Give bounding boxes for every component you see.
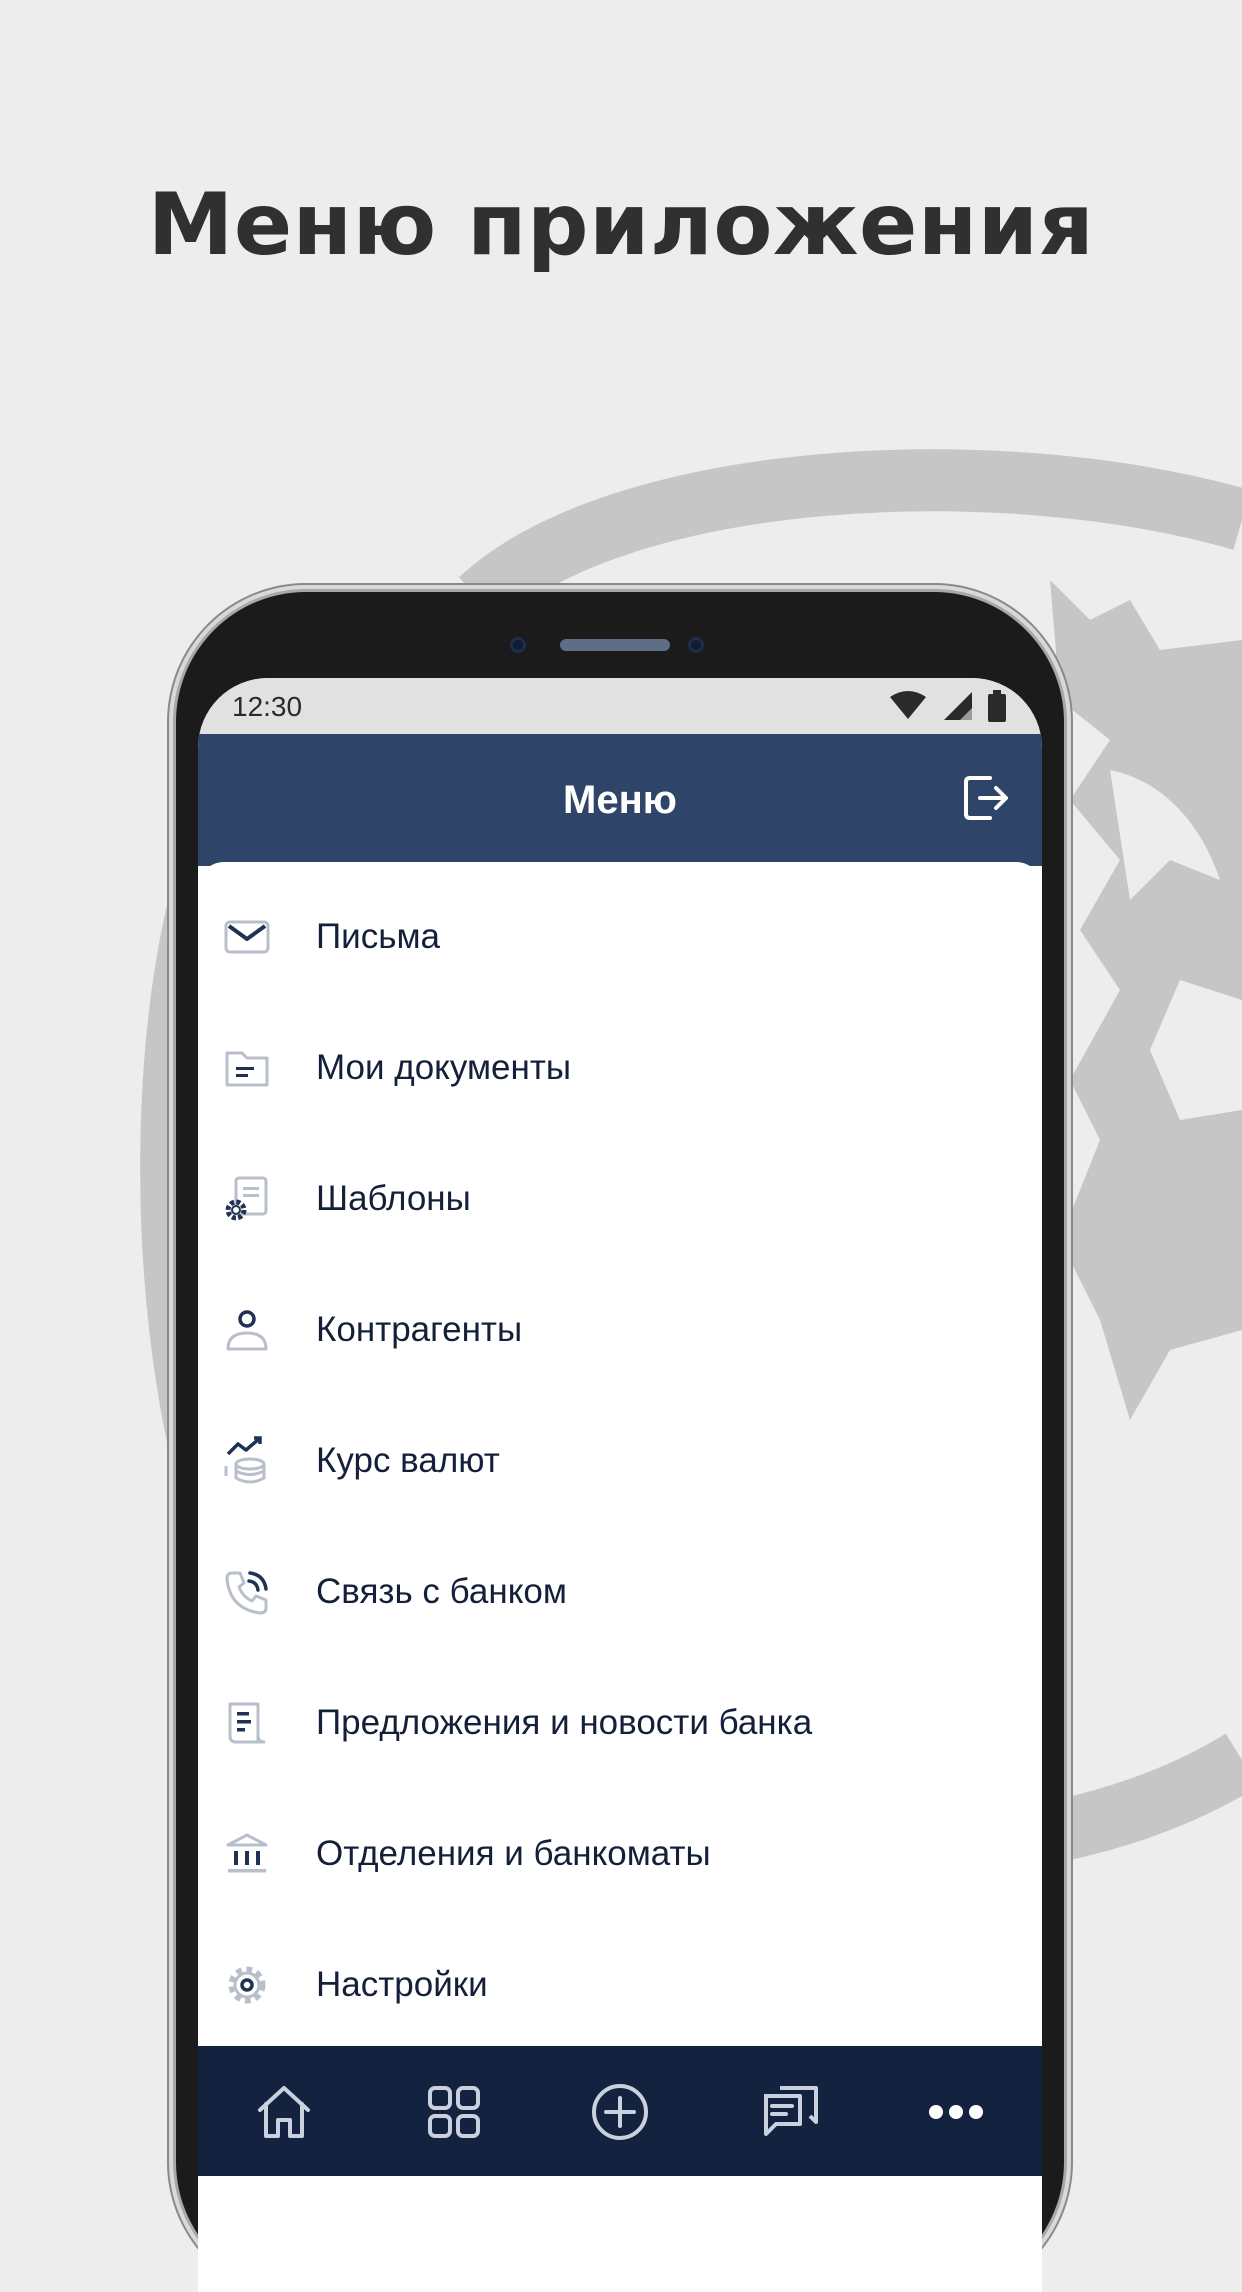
proximity-sensor [688, 637, 704, 653]
header-title: Меню [563, 778, 677, 822]
grid-icon[interactable] [424, 2082, 484, 2142]
folder-icon [225, 1051, 269, 1087]
menu-item-branches-atms[interactable]: Отделения и банкоматы [198, 1799, 1042, 1909]
front-camera [510, 637, 526, 653]
status-time: 12:30 [232, 691, 303, 722]
menu-item-label: Связь с банком [316, 1572, 567, 1611]
status-bar: 12:30 [198, 678, 1042, 734]
app-header: Меню [198, 734, 1042, 866]
menu-item-exchange-rates[interactable]: Курс валют [198, 1406, 1042, 1516]
phone-screen: 12:30 Меню Письма Мои документы Шаблоны … [198, 678, 1042, 2292]
earpiece-speaker [560, 639, 670, 651]
currency-rate-icon [224, 1436, 266, 1484]
template-gear-icon [225, 1176, 268, 1221]
status-icons [888, 690, 1006, 722]
phone-frame: 12:30 Меню Письма Мои документы Шаблоны … [176, 592, 1064, 2292]
menu-item-settings[interactable]: Настройки [198, 1930, 1042, 2040]
menu-item-label: Предложения и новости банка [316, 1703, 813, 1742]
menu-item-templates[interactable]: Шаблоны [198, 1144, 1042, 1254]
menu-item-label: Мои документы [316, 1048, 572, 1087]
menu-item-offers-news[interactable]: Предложения и новости банка [198, 1668, 1042, 1778]
mail-icon [224, 920, 270, 954]
menu-item-counterparties[interactable]: Контрагенты [198, 1275, 1042, 1385]
screen-bottom-area [198, 2176, 1042, 2292]
menu-item-label: Контрагенты [316, 1310, 523, 1349]
battery-icon [988, 690, 1006, 722]
menu-item-label: Настройки [316, 1965, 488, 2004]
wifi-icon [890, 691, 926, 719]
menu-item-letters[interactable]: Письма [198, 882, 1042, 992]
news-icon [228, 1702, 266, 1744]
menu-item-label: Отделения и банкоматы [316, 1834, 711, 1873]
menu-item-label: Курс валют [316, 1441, 500, 1480]
person-icon [226, 1310, 268, 1351]
menu-list: Письма Мои документы Шаблоны Контрагенты… [198, 862, 1042, 2052]
page-headline: Меню приложения [147, 175, 1095, 275]
menu-item-label: Шаблоны [316, 1179, 471, 1218]
home-icon[interactable] [254, 2082, 314, 2142]
chat-icon[interactable] [760, 2082, 820, 2142]
plus-circle-icon[interactable] [590, 2082, 650, 2142]
more-dots-icon[interactable] [926, 2082, 986, 2142]
bank-building-icon [226, 1833, 268, 1873]
phone-call-icon [225, 1571, 268, 1615]
gear-icon [228, 1966, 266, 2004]
bottom-navigation [198, 2046, 1042, 2176]
signal-icon [944, 692, 972, 720]
logout-icon[interactable] [960, 772, 1012, 824]
menu-item-my-documents[interactable]: Мои документы [198, 1013, 1042, 1123]
menu-item-label: Письма [316, 917, 440, 956]
menu-item-contact-bank[interactable]: Связь с банком [198, 1537, 1042, 1647]
